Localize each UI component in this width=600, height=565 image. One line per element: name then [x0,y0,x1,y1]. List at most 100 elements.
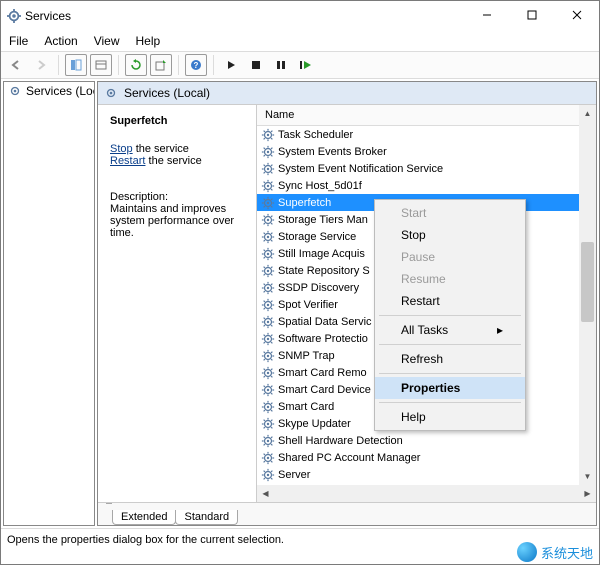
ctx-properties[interactable]: Properties [375,377,525,399]
scroll-right-arrow[interactable]: ▶ [579,485,596,502]
service-row[interactable]: System Event Notification Service [257,160,596,177]
scroll-thumb[interactable] [581,242,594,322]
tab-standard[interactable]: Standard [175,510,238,525]
ctx-pause[interactable]: Pause [375,246,525,268]
context-menu: Start Stop Pause Resume Restart All Task… [374,199,526,431]
restart-service-line: Restart the service [110,155,250,167]
nav-root-label: Services (Local [26,84,95,98]
ctx-start[interactable]: Start [375,202,525,224]
service-name: Skype Updater [278,418,351,430]
service-row[interactable]: Sync Host_5d01f [257,177,596,194]
gear-icon [261,417,275,431]
menu-help[interactable]: Help [136,34,161,48]
status-text: Opens the properties dialog box for the … [7,534,284,546]
services-window: Services File Action View Help ? [0,0,600,565]
ctx-all-tasks[interactable]: All Tasks▸ [375,319,525,341]
gear-icon [261,247,275,261]
ctx-separator [379,344,521,345]
properties-button[interactable] [90,54,112,76]
gear-icon [261,383,275,397]
vertical-scrollbar[interactable]: ▲ ▼ [579,105,596,485]
ctx-separator [379,373,521,374]
detail-pane: Superfetch Stop the service Restart the … [98,105,256,502]
service-name: Shared PC Account Manager [278,452,420,464]
gear-icon [104,86,118,100]
separator [118,55,119,75]
ctx-help[interactable]: Help [375,406,525,428]
right-pane: Services (Local) Superfetch Stop the ser… [97,81,597,526]
menu-file[interactable]: File [9,34,28,48]
service-row[interactable]: Shell Hardware Detection [257,432,596,449]
service-row[interactable]: Shared PC Account Manager [257,449,596,466]
restart-service-button[interactable] [295,54,317,76]
scroll-down-arrow[interactable]: ▼ [579,468,596,485]
gear-icon [261,468,275,482]
gear-icon [8,84,22,98]
minimize-button[interactable] [464,1,509,29]
ctx-refresh[interactable]: Refresh [375,348,525,370]
service-name: Spatial Data Servic [278,316,372,328]
gear-icon [261,145,275,159]
restart-link[interactable]: Restart [110,155,145,167]
separator [58,55,59,75]
gear-icon [261,349,275,363]
service-name: Storage Service [278,231,356,243]
list-header[interactable]: Name [257,105,596,126]
export-button[interactable] [150,54,172,76]
tab-extended[interactable]: Extended [112,510,176,525]
service-row[interactable]: System Events Broker [257,143,596,160]
scroll-left-arrow[interactable]: ◀ [257,485,274,502]
service-name: Spot Verifier [278,299,338,311]
forward-button[interactable] [30,54,52,76]
service-name: Still Image Acquis [278,248,365,260]
stop-service-line: Stop the service [110,143,250,155]
window-buttons [464,1,599,29]
status-bar: Opens the properties dialog box for the … [1,528,599,551]
maximize-button[interactable] [509,1,554,29]
nav-pane[interactable]: Services (Local [3,81,95,526]
gear-icon [261,400,275,414]
submenu-arrow-icon: ▸ [497,323,503,337]
service-name: Task Scheduler [278,129,353,141]
pane-heading: Services (Local) [98,82,596,105]
ctx-separator [379,315,521,316]
service-name: System Events Broker [278,146,387,158]
gear-icon [261,264,275,278]
ctx-resume[interactable]: Resume [375,268,525,290]
horizontal-scrollbar[interactable]: ◀ ▶ [257,485,596,502]
ctx-restart[interactable]: Restart [375,290,525,312]
service-name: State Repository S [278,265,370,277]
service-name: System Event Notification Service [278,163,443,175]
pause-service-button[interactable] [270,54,292,76]
ctx-stop[interactable]: Stop [375,224,525,246]
gear-icon [261,434,275,448]
column-name[interactable]: Name [265,109,294,121]
pane-heading-label: Services (Local) [124,86,210,100]
show-hide-tree-button[interactable] [65,54,87,76]
service-name: Storage Tiers Man [278,214,368,226]
app-icon [7,9,21,23]
stop-service-button[interactable] [245,54,267,76]
refresh-button[interactable] [125,54,147,76]
gear-icon [261,128,275,142]
service-row[interactable]: Server [257,466,596,483]
scroll-up-arrow[interactable]: ▲ [579,105,596,122]
help-button[interactable]: ? [185,54,207,76]
menu-view[interactable]: View [94,34,120,48]
nav-root-services[interactable]: Services (Local [4,82,94,100]
separator [213,55,214,75]
start-service-button[interactable] [220,54,242,76]
scroll-track[interactable] [579,122,596,468]
stop-link[interactable]: Stop [110,143,133,155]
close-button[interactable] [554,1,599,29]
scroll-track-h[interactable] [274,485,579,502]
gear-icon [261,451,275,465]
service-row[interactable]: Task Scheduler [257,126,596,143]
description-label: Description: [110,191,250,203]
selected-service-name: Superfetch [110,115,250,127]
back-button[interactable] [5,54,27,76]
gear-icon [261,281,275,295]
gear-icon [261,162,275,176]
menu-action[interactable]: Action [44,34,77,48]
titlebar: Services [1,1,599,31]
